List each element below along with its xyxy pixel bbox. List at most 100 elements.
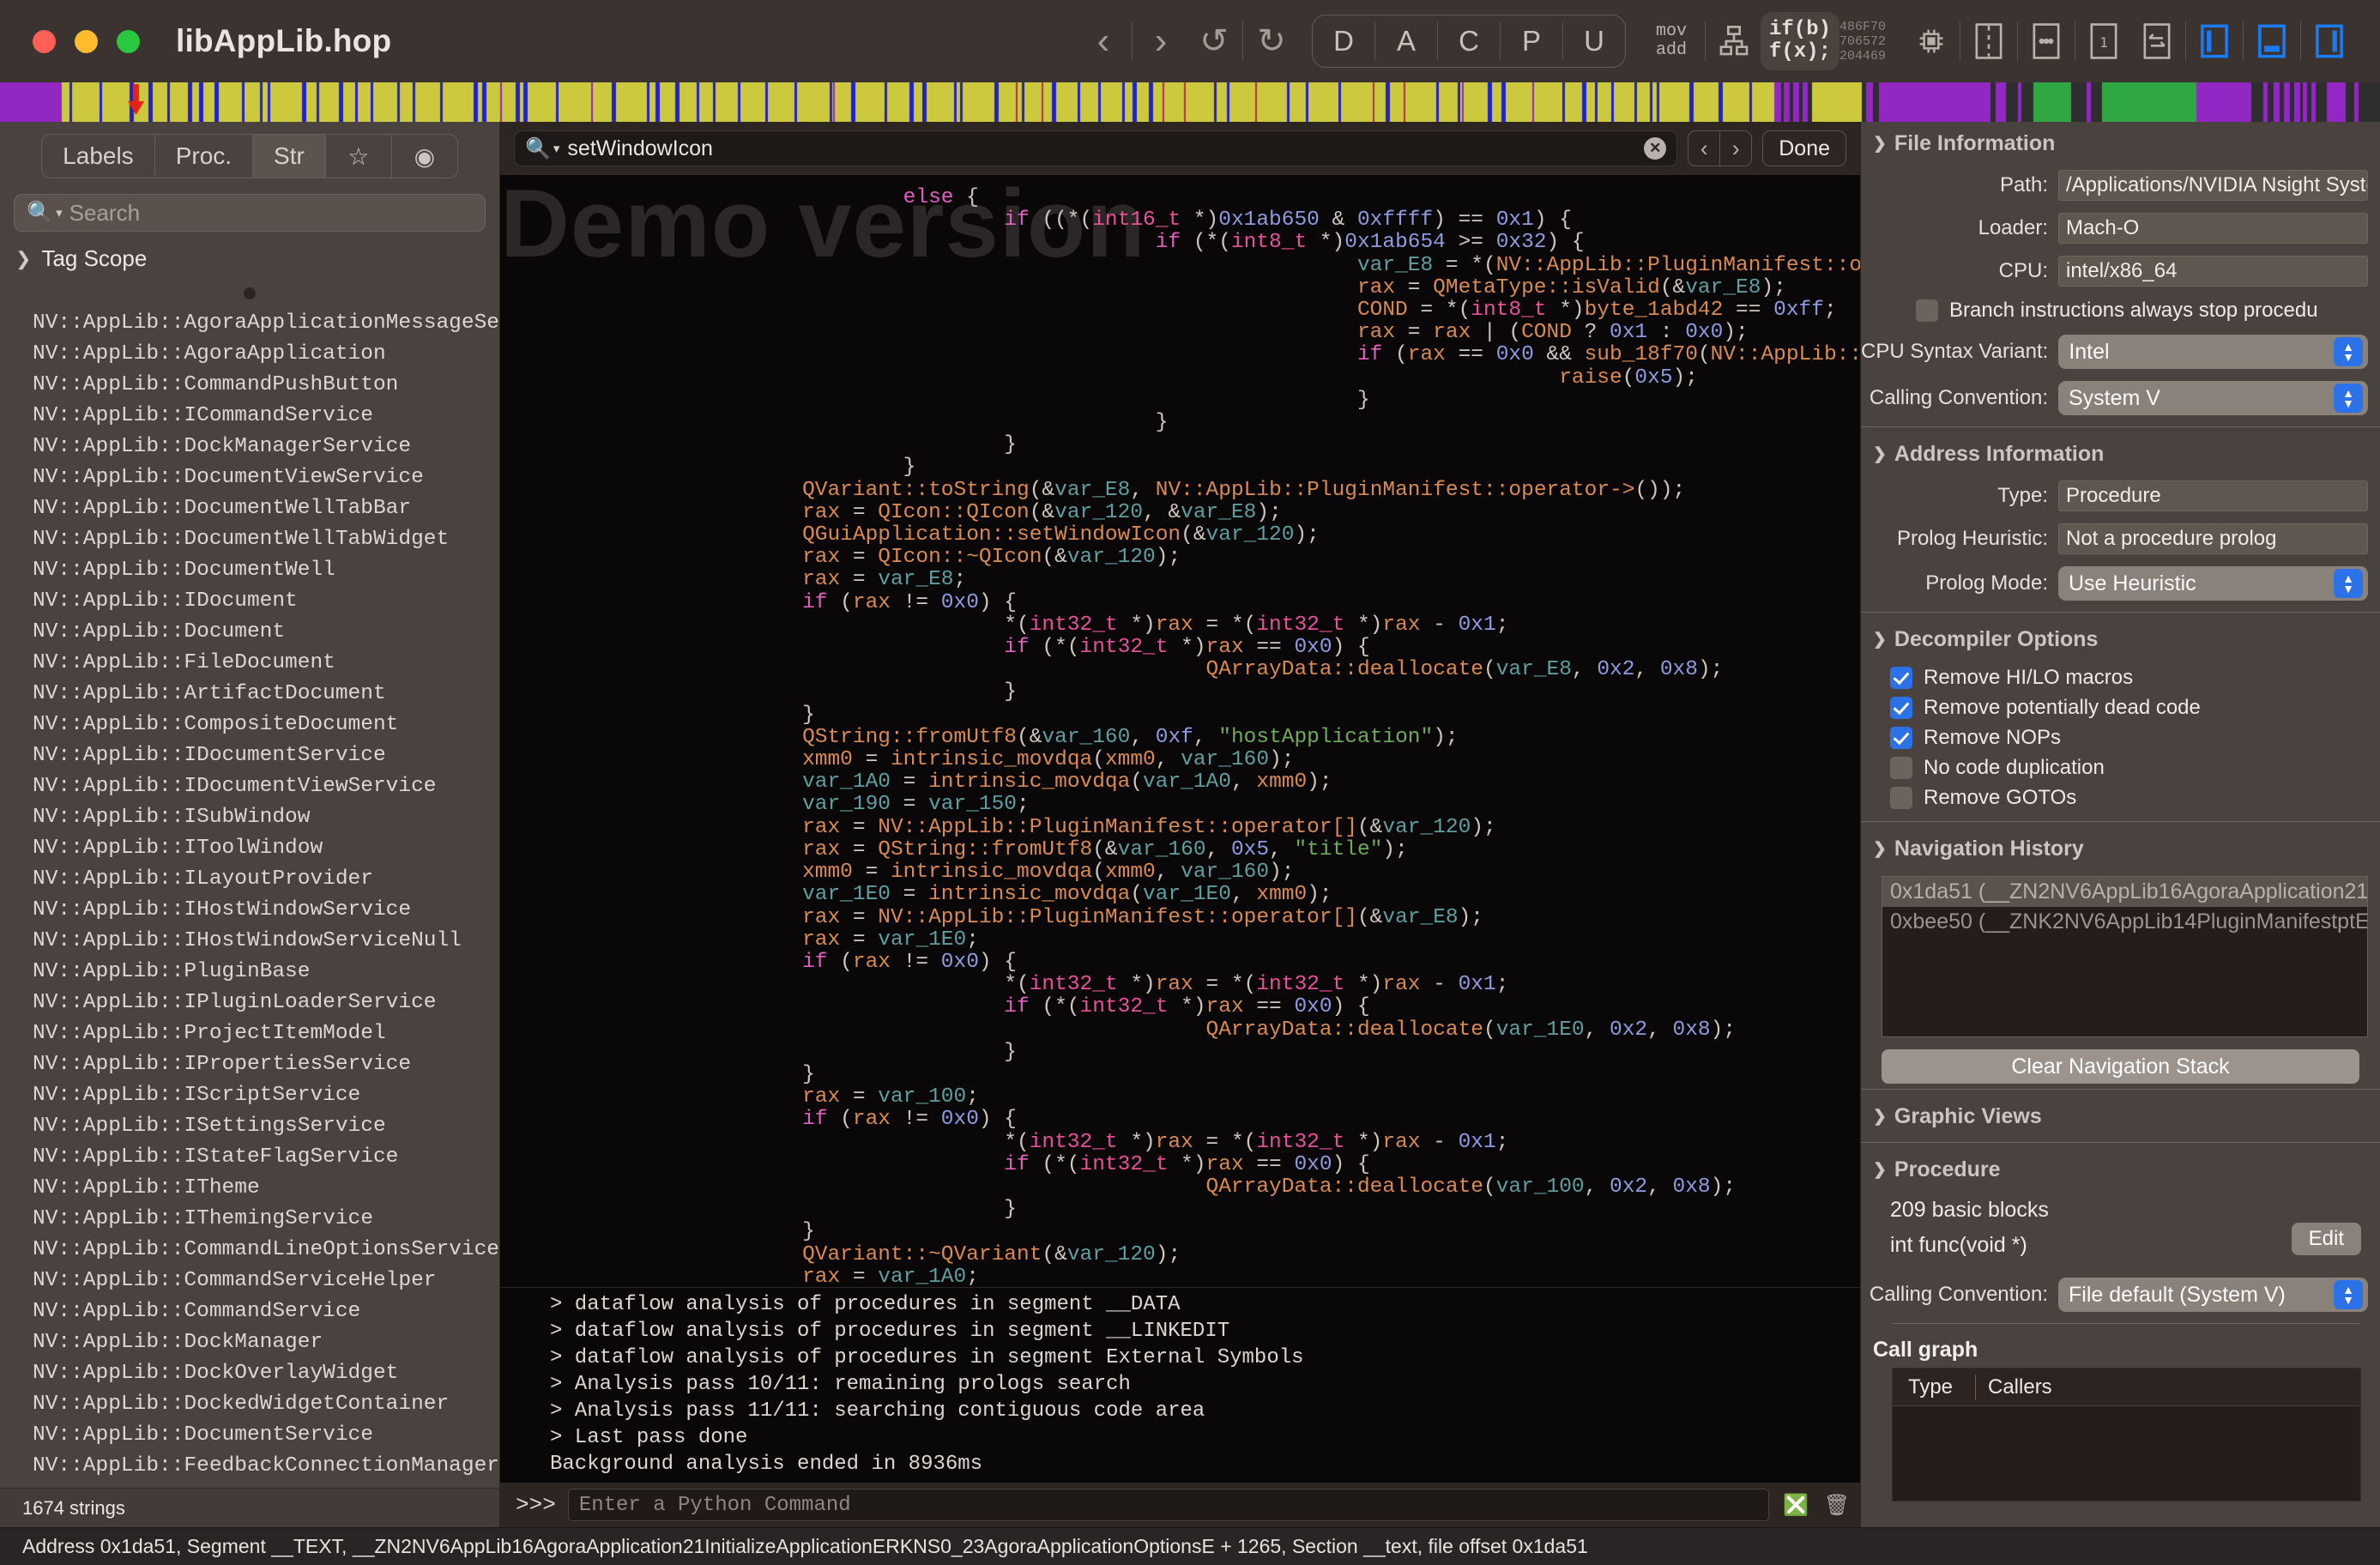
- string-list-item[interactable]: NV::AppLib::IScriptService: [33, 1080, 499, 1111]
- string-list-item[interactable]: NV::AppLib::DocumentService: [33, 1420, 499, 1451]
- python-command-input[interactable]: Enter a Python Command: [568, 1489, 1769, 1521]
- decompiler-option-row[interactable]: Remove GOTOs: [1890, 786, 2380, 810]
- star-icon[interactable]: ☆: [326, 135, 391, 178]
- sidebar-tab-proc[interactable]: Proc.: [155, 135, 252, 178]
- minimize-button[interactable]: [75, 30, 98, 53]
- split-view-icon[interactable]: [1962, 15, 2015, 68]
- single-view-icon[interactable]: 1: [2077, 15, 2130, 68]
- navigation-history-list[interactable]: 0x1da51 (__ZN2NV6AppLib16AgoraApplicatio…: [1882, 876, 2368, 1037]
- code-line[interactable]: if (rax != 0x0) {: [550, 952, 1860, 974]
- string-list-item[interactable]: NV::AppLib::ProjectItemModel: [33, 1018, 499, 1049]
- navigation-history-header[interactable]: ❯ Navigation History: [1861, 827, 2380, 869]
- find-nav-buttons[interactable]: ‹ ›: [1688, 130, 1752, 166]
- code-line[interactable]: raise(0x5);: [550, 367, 1860, 390]
- decompiler-option-row[interactable]: Remove NOPs: [1890, 726, 2380, 750]
- code-line[interactable]: rax = QIcon::~QIcon(&var_120);: [550, 547, 1860, 569]
- string-list-item[interactable]: NV::AppLib::CommandLineOptionsService: [33, 1235, 499, 1266]
- code-line[interactable]: rax = QMetaType::isValid(&var_E8);: [550, 277, 1860, 299]
- segment-map-canvas[interactable]: [0, 82, 2380, 122]
- path-field[interactable]: /Applications/NVIDIA Nsight Systems.a: [2058, 170, 2368, 201]
- clear-icon[interactable]: ✕: [1644, 137, 1666, 160]
- code-line[interactable]: }: [550, 412, 1860, 434]
- ellipsis-view-icon[interactable]: [2020, 15, 2073, 68]
- code-line[interactable]: var_E8 = *(NV::AppLib::PluginManifest::o…: [550, 255, 1860, 277]
- mode-button-a[interactable]: A: [1375, 15, 1437, 68]
- redo-button[interactable]: ↻: [1245, 15, 1298, 68]
- zoom-button[interactable]: [117, 30, 140, 53]
- code-line[interactable]: rax = var_E8;: [550, 569, 1860, 591]
- code-line[interactable]: QVariant::~QVariant(&var_120);: [550, 1244, 1860, 1266]
- pseudocode-button[interactable]: if(b) f(x);: [1761, 12, 1839, 70]
- string-list-item[interactable]: NV::AppLib::IPluginLoaderService: [33, 988, 499, 1018]
- code-line[interactable]: }: [550, 390, 1860, 412]
- call-graph-table[interactable]: Type Callers: [1892, 1368, 2361, 1502]
- code-line[interactable]: COND = *(int8_t *)byte_1abd42 == 0xff;: [550, 299, 1860, 322]
- code-line[interactable]: *(int32_t *)rax = *(int32_t *)rax - 0x1;: [550, 974, 1860, 996]
- code-line[interactable]: }: [550, 456, 1860, 479]
- code-line[interactable]: }: [550, 1221, 1860, 1243]
- string-list-item[interactable]: NV::AppLib::ISettingsService: [33, 1111, 499, 1142]
- procedure-header[interactable]: ❯ Procedure: [1861, 1148, 2380, 1190]
- string-list-item[interactable]: NV::AppLib::IDocumentViewService: [33, 771, 499, 802]
- code-line[interactable]: var_1E0 = intrinsic_movdqa(var_1E0, xmm0…: [550, 884, 1860, 906]
- decompiler-option-row[interactable]: Remove potentially dead code: [1890, 696, 2380, 720]
- code-line[interactable]: if (*(int32_t *)rax == 0x0) {: [550, 996, 1860, 1018]
- find-input[interactable]: 🔍▾ setWindowIcon ✕: [514, 130, 1677, 166]
- string-list-item[interactable]: NV::AppLib::DocumentViewService: [33, 462, 499, 493]
- string-list-item[interactable]: NV::AppLib::Document: [33, 617, 499, 648]
- navigation-history-item[interactable]: 0xbee50 (__ZNK2NV6AppLib14PluginManifest…: [1882, 907, 2367, 937]
- string-list-item[interactable]: NV::AppLib::DockedWidgetContainer: [33, 1389, 499, 1420]
- edit-signature-button[interactable]: Edit: [2292, 1223, 2361, 1255]
- code-line[interactable]: }: [550, 434, 1860, 456]
- code-line[interactable]: QArrayData::deallocate(var_E8, 0x2, 0x8)…: [550, 659, 1860, 681]
- code-line[interactable]: *(int32_t *)rax = *(int32_t *)rax - 0x1;: [550, 1132, 1860, 1154]
- target-icon[interactable]: ◉: [392, 135, 457, 178]
- string-list-item[interactable]: NV::AppLib::IThemingService: [33, 1204, 499, 1235]
- code-line[interactable]: QArrayData::deallocate(var_100, 0x2, 0x8…: [550, 1176, 1860, 1199]
- code-line[interactable]: *(int32_t *)rax = *(int32_t *)rax - 0x1;: [550, 614, 1860, 637]
- toggle-right-panel-icon[interactable]: [2303, 15, 2356, 68]
- prolog-heuristic-field[interactable]: Not a procedure prolog: [2058, 523, 2368, 554]
- code-line[interactable]: }: [550, 1042, 1860, 1064]
- string-list-item[interactable]: NV::AppLib::AgoraApplicationMessageServe…: [33, 308, 499, 339]
- decompiler-option-row[interactable]: No code duplication: [1890, 756, 2380, 780]
- code-line[interactable]: QGuiApplication::setWindowIcon(&var_120)…: [550, 524, 1860, 547]
- branch-stop-checkbox-row[interactable]: Branch instructions always stop procedu: [1916, 299, 2380, 323]
- code-line[interactable]: rax = var_100;: [550, 1086, 1860, 1109]
- string-list-item[interactable]: NV::AppLib::DockOverlayWidget: [33, 1358, 499, 1389]
- hex-view-button[interactable]: 486F70 706572 204469: [1839, 15, 1905, 68]
- code-line[interactable]: rax = var_1E0;: [550, 929, 1860, 952]
- loader-field[interactable]: Mach-O: [2058, 213, 2368, 244]
- decompiler-option-row[interactable]: Remove HI/LO macros: [1890, 666, 2380, 690]
- string-list-item[interactable]: NV::AppLib::DockManager: [33, 1327, 499, 1358]
- decompiler-option-checkbox[interactable]: [1890, 727, 1912, 749]
- string-list-item[interactable]: NV::AppLib::DockManagerService: [33, 432, 499, 462]
- cpu-field[interactable]: intel/x86_64: [2058, 256, 2368, 287]
- code-line[interactable]: }: [550, 1064, 1860, 1086]
- mode-button-d[interactable]: D: [1313, 15, 1374, 68]
- string-list-item[interactable]: NV::AppLib::IDocumentService: [33, 740, 499, 771]
- code-line[interactable]: }: [550, 1199, 1860, 1221]
- code-line[interactable]: rax = NV::AppLib::PluginManifest::operat…: [550, 907, 1860, 929]
- cpu-chip-icon[interactable]: [1905, 15, 1958, 68]
- navigation-history-item[interactable]: 0x1da51 (__ZN2NV6AppLib16AgoraApplicatio…: [1882, 877, 2367, 907]
- string-list-item[interactable]: NV::AppLib::CommandPushButton: [33, 370, 499, 401]
- code-line[interactable]: var_190 = var_150;: [550, 794, 1860, 816]
- string-list-item[interactable]: NV::AppLib::DocumentWellTabBar: [33, 493, 499, 524]
- mode-button-c[interactable]: C: [1438, 15, 1500, 68]
- sidebar-search-input[interactable]: 🔍▾ Search: [14, 194, 486, 232]
- prolog-mode-select[interactable]: Use Heuristic ▲▼: [2058, 566, 2368, 601]
- code-line[interactable]: xmm0 = intrinsic_movdqa(xmm0, var_160);: [550, 861, 1860, 884]
- clear-navigation-stack-button[interactable]: Clear Navigation Stack: [1882, 1049, 2359, 1084]
- code-line[interactable]: else {: [550, 187, 1860, 209]
- pseudocode-text[interactable]: else { if ((*(int16_t *)0x1ab650 & 0xfff…: [500, 175, 1860, 1287]
- decompiler-option-checkbox[interactable]: [1890, 787, 1912, 809]
- find-prev-button[interactable]: ‹: [1688, 131, 1719, 166]
- segment-map-strip[interactable]: [0, 82, 2380, 122]
- back-button[interactable]: ‹: [1077, 15, 1130, 68]
- string-list-item[interactable]: NV::AppLib::IToolWindow: [33, 833, 499, 864]
- find-done-button[interactable]: Done: [1762, 130, 1846, 166]
- decompiler-option-checkbox[interactable]: [1890, 697, 1912, 719]
- mode-segmented-control[interactable]: D A C P U: [1312, 15, 1626, 68]
- type-field[interactable]: Procedure: [2058, 480, 2368, 511]
